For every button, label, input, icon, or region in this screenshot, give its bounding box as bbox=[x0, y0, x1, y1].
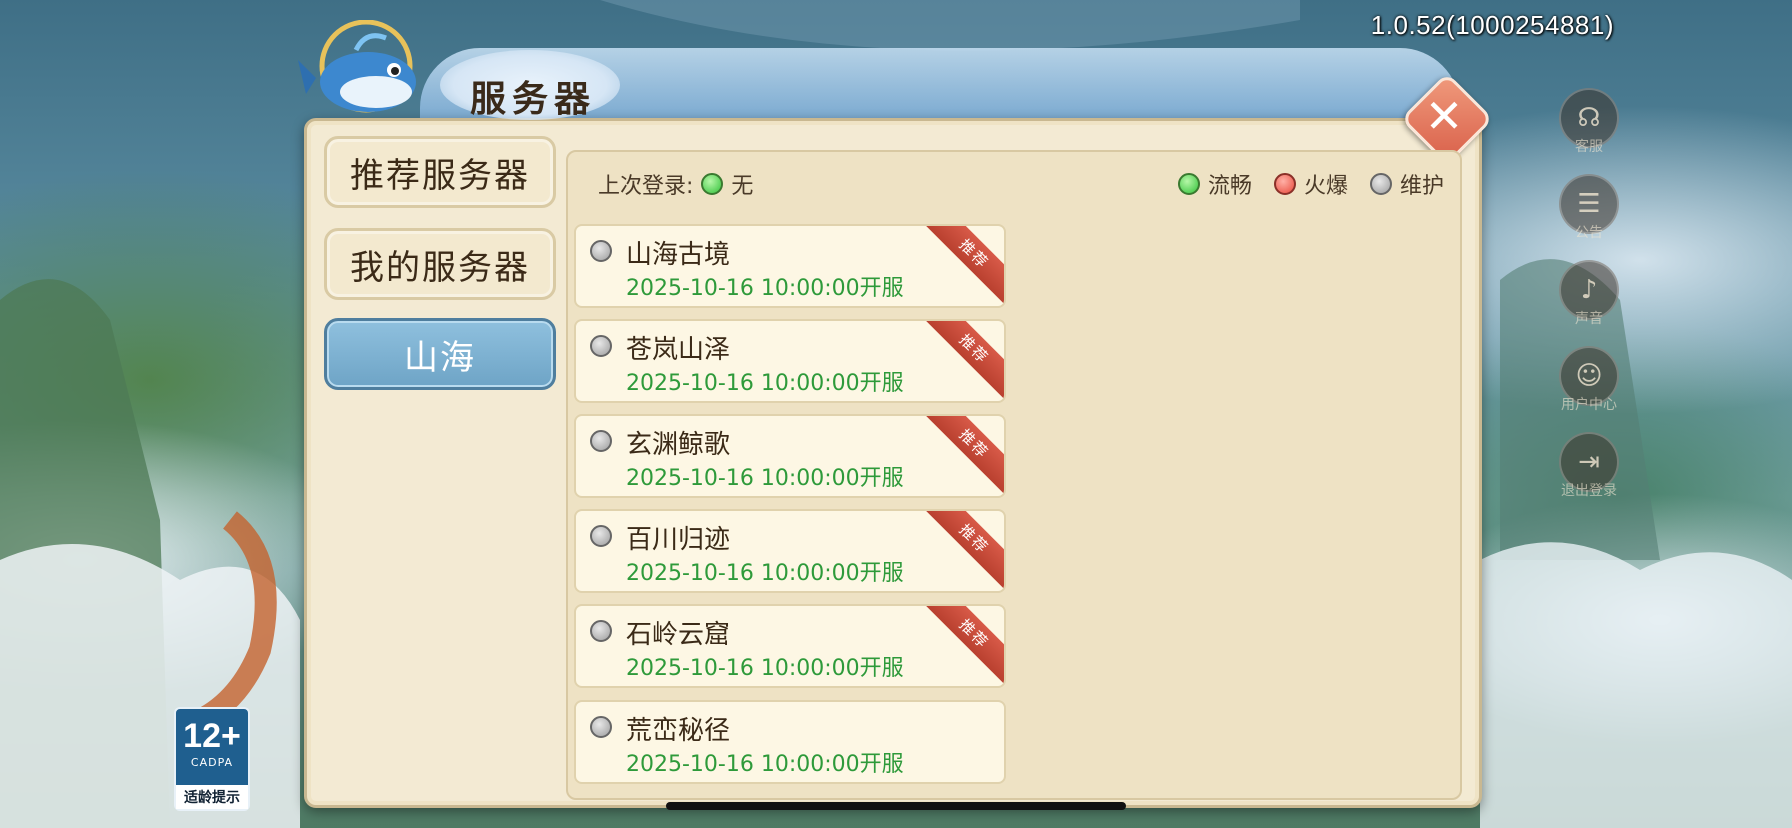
legend-label: 流畅 bbox=[1207, 174, 1252, 199]
legend-label: 维护 bbox=[1399, 174, 1444, 199]
side-button-notice[interactable]: ☰ 公告 bbox=[1546, 174, 1632, 258]
tab-shanhai[interactable]: 山海 bbox=[324, 318, 556, 390]
last-login-value: 无 bbox=[731, 174, 754, 199]
side-label: 客服 bbox=[1575, 139, 1603, 155]
side-menu: ☊ 客服 ☰ 公告 ♪ 声音 ☺ 用户中心 ⇥ 退出登录 bbox=[1546, 86, 1632, 516]
side-label: 声音 bbox=[1575, 311, 1603, 327]
status-green-icon bbox=[1177, 173, 1200, 195]
status-gray-icon bbox=[590, 240, 612, 262]
server-name: 石岭云窟 bbox=[626, 620, 731, 650]
close-icon[interactable]: ✕ bbox=[1414, 86, 1474, 146]
age-rating-badge[interactable]: 12+ CADPA 适龄提示 bbox=[174, 707, 250, 811]
side-label: 退出登录 bbox=[1561, 483, 1617, 499]
side-button-user-center[interactable]: ☺ 用户中心 bbox=[1546, 346, 1632, 430]
server-name: 山海古境 bbox=[626, 240, 731, 270]
age-rating-number: 12+ bbox=[183, 717, 241, 755]
status-red-icon bbox=[1273, 173, 1296, 195]
recommend-ribbon: 推荐 bbox=[921, 226, 1004, 306]
recommend-ribbon: 推荐 bbox=[921, 606, 1004, 686]
server-card[interactable]: 荒峦秘径 2025-10-16 10:00:00开服 bbox=[574, 700, 1006, 784]
side-button-support[interactable]: ☊ 客服 bbox=[1546, 88, 1632, 172]
server-card[interactable]: 石岭云窟 2025-10-16 10:00:00开服 推荐 bbox=[574, 604, 1006, 688]
recommend-ribbon: 推荐 bbox=[921, 416, 1004, 496]
server-card[interactable]: 苍岚山泽 2025-10-16 10:00:00开服 推荐 bbox=[574, 319, 1006, 403]
side-label: 公告 bbox=[1575, 225, 1603, 241]
server-open-time: 2025-10-16 10:00:00开服 bbox=[626, 752, 904, 777]
version-label: 1.0.52(1000254881) bbox=[1370, 10, 1614, 40]
status-green-icon bbox=[701, 173, 724, 195]
server-name: 荒峦秘径 bbox=[626, 716, 731, 746]
status-gray-icon bbox=[590, 716, 612, 738]
recommend-ribbon: 推荐 bbox=[921, 511, 1004, 591]
server-card[interactable]: 山海古境 2025-10-16 10:00:00开服 推荐 bbox=[574, 224, 1006, 308]
side-button-logout[interactable]: ⇥ 退出登录 bbox=[1546, 432, 1632, 516]
last-login: 上次登录: 无 bbox=[598, 168, 753, 200]
home-indicator bbox=[666, 802, 1126, 810]
dialog-title: 服务器 bbox=[470, 78, 597, 120]
server-open-time: 2025-10-16 10:00:00开服 bbox=[626, 276, 904, 301]
status-gray-icon bbox=[590, 335, 612, 357]
server-open-time: 2025-10-16 10:00:00开服 bbox=[626, 466, 904, 491]
tab-my-servers[interactable]: 我的服务器 bbox=[324, 228, 556, 300]
side-button-sound[interactable]: ♪ 声音 bbox=[1546, 260, 1632, 344]
server-card[interactable]: 玄渊鲸歌 2025-10-16 10:00:00开服 推荐 bbox=[574, 414, 1006, 498]
server-name: 苍岚山泽 bbox=[626, 335, 731, 365]
status-gray-icon bbox=[1369, 173, 1392, 195]
side-label: 用户中心 bbox=[1561, 397, 1617, 413]
last-login-label: 上次登录: bbox=[598, 174, 694, 199]
legend-item-hot: 火爆 bbox=[1266, 168, 1348, 200]
whale-mascot-icon bbox=[298, 20, 416, 113]
legend-item-smooth: 流畅 bbox=[1170, 168, 1252, 200]
server-open-time: 2025-10-16 10:00:00开服 bbox=[626, 561, 904, 586]
server-name: 百川归迹 bbox=[626, 525, 731, 555]
server-open-time: 2025-10-16 10:00:00开服 bbox=[626, 656, 904, 681]
status-gray-icon bbox=[590, 430, 612, 452]
server-open-time: 2025-10-16 10:00:00开服 bbox=[626, 371, 904, 396]
recommend-ribbon: 推荐 bbox=[921, 321, 1004, 401]
legend-label: 火爆 bbox=[1303, 174, 1348, 199]
status-gray-icon bbox=[590, 525, 612, 547]
status-legend: 流畅 火爆 维护 bbox=[1156, 168, 1444, 200]
server-name: 玄渊鲸歌 bbox=[626, 430, 731, 460]
age-rating-tip: 适龄提示 bbox=[176, 785, 248, 809]
tab-recommended-servers[interactable]: 推荐服务器 bbox=[324, 136, 556, 208]
age-rating-org: CADPA bbox=[190, 756, 234, 769]
status-gray-icon bbox=[590, 620, 612, 642]
legend-item-maintenance: 维护 bbox=[1362, 168, 1444, 200]
server-card[interactable]: 百川归迹 2025-10-16 10:00:00开服 推荐 bbox=[574, 509, 1006, 593]
